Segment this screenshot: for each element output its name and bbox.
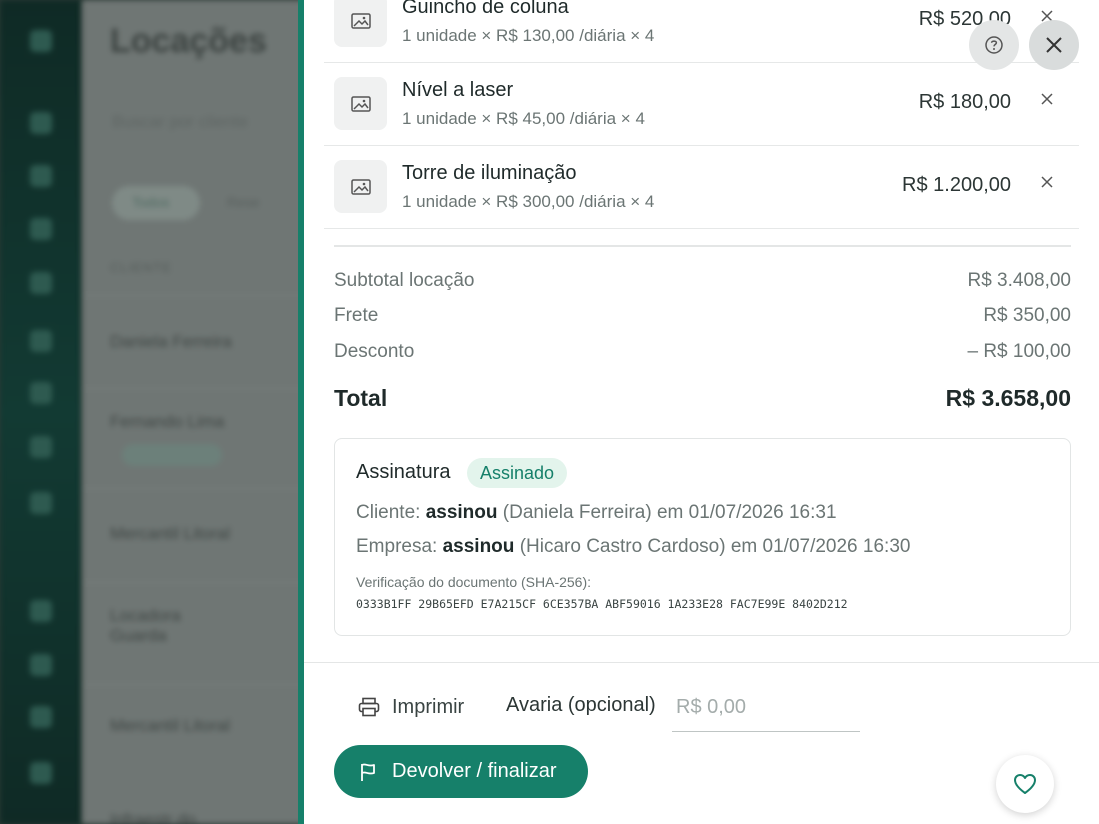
freight-label: Frete (334, 305, 379, 326)
settings-icon (30, 706, 52, 728)
help-button[interactable] (969, 20, 1019, 70)
signature-card: Assinatura Assinado Cliente: assinou (Da… (334, 438, 1071, 636)
remove-item-icon[interactable] (1037, 89, 1057, 109)
list-item: Infraestr do (110, 810, 196, 824)
rental-item-row: Nível a laser 1 unidade × R$ 45,00 /diár… (324, 63, 1079, 146)
divider (334, 245, 1071, 247)
list-item: Mercantil Litoral (110, 524, 230, 543)
company-prefix: Empresa: (356, 536, 438, 557)
box-icon (30, 272, 52, 294)
subtotal-label: Subtotal locação (334, 270, 475, 291)
client-signature-line: Cliente: assinou (Daniela Ferreira) em 0… (356, 502, 837, 524)
divider (82, 388, 322, 389)
calendar-icon (30, 165, 52, 187)
cart-icon (30, 218, 52, 240)
background-rentals-list: Locações Buscar por cliente Todos Rese C… (82, 0, 322, 824)
divider (82, 488, 322, 489)
item-name: Nível a laser (402, 79, 514, 101)
flag-icon (361, 763, 375, 781)
item-price: R$ 1.200,00 (902, 174, 1011, 196)
return-finish-button[interactable]: Devolver / finalizar (334, 745, 588, 798)
verification-label: Verificação do documento (SHA-256): (356, 574, 592, 590)
image-placeholder-icon (334, 77, 387, 130)
search-input: Buscar por cliente (112, 112, 249, 131)
client-prefix: Cliente: (356, 502, 421, 523)
total-value: R$ 3.658,00 (945, 385, 1071, 411)
logout-icon (30, 762, 52, 784)
list-item: Daniela Ferreira (110, 332, 232, 351)
close-icon (1046, 37, 1062, 53)
item-name: Torre de iluminação (402, 162, 577, 184)
page-title: Locações (110, 22, 267, 60)
help-icon (985, 36, 1003, 54)
tab-reserved: Rese (227, 194, 260, 210)
company-signature-line: Empresa: assinou (Hicaro Castro Cardoso)… (356, 536, 910, 558)
rental-item-row: Torre de iluminação 1 unidade × R$ 300,0… (324, 146, 1079, 229)
rental-item-row: Guincho de coluna 1 unidade × R$ 130,00 … (324, 0, 1079, 63)
item-name: Guincho de coluna (402, 0, 569, 18)
list-item: Mercantil Litoral (110, 716, 230, 735)
favorite-button[interactable] (996, 755, 1054, 813)
column-header: CLIENTE (110, 260, 172, 275)
company-detail: (Hicaro Castro Cardoso) em 01/07/2026 16… (519, 536, 911, 557)
home-icon (30, 112, 52, 134)
divider (82, 582, 322, 583)
total-label: Total (334, 385, 388, 411)
remove-item-icon[interactable] (1037, 172, 1057, 192)
print-button[interactable]: Imprimir (358, 690, 464, 724)
damage-label: Avaria (opcional) (506, 694, 656, 716)
menu-icon (30, 30, 52, 52)
image-placeholder-icon (334, 160, 387, 213)
discount-value: – R$ 100,00 (967, 341, 1071, 362)
background-sidebar (0, 0, 82, 824)
client-detail: (Daniela Ferreira) em 01/07/2026 16:31 (502, 502, 837, 523)
wallet-icon (30, 492, 52, 514)
list-item: Fernando Lima (110, 412, 225, 431)
return-finish-label: Devolver / finalizar (392, 760, 557, 782)
item-price: R$ 180,00 (918, 91, 1011, 113)
signature-title: Assinatura (356, 461, 451, 483)
company-action: assinou (442, 536, 515, 557)
divider (82, 684, 322, 685)
image-placeholder-icon (334, 0, 387, 47)
truck-icon (30, 330, 52, 352)
discount-label: Desconto (334, 341, 415, 362)
client-action: assinou (425, 502, 498, 523)
divider (304, 662, 1099, 663)
item-meta: 1 unidade × R$ 130,00 /diária × 4 (402, 26, 655, 45)
close-drawer-button[interactable] (1029, 20, 1079, 70)
rental-detail-drawer: Guincho de coluna 1 unidade × R$ 130,00 … (298, 0, 1099, 824)
item-meta: 1 unidade × R$ 300,00 /diária × 4 (402, 192, 655, 211)
subtotal-value: R$ 3.408,00 (967, 270, 1071, 291)
printer-icon (358, 697, 380, 717)
chart-icon (30, 654, 52, 676)
status-badge (122, 444, 222, 466)
users-icon (30, 436, 52, 458)
print-label: Imprimir (392, 695, 465, 718)
divider (82, 295, 322, 296)
tab-all: Todos (132, 194, 170, 210)
damage-input[interactable] (672, 684, 860, 732)
document-hash: 0333B1FF 29B65EFD E7A215CF 6CE357BA ABF5… (356, 597, 848, 611)
folder-icon (30, 600, 52, 622)
status-badge: Assinado (467, 458, 568, 488)
item-meta: 1 unidade × R$ 45,00 /diária × 4 (402, 109, 645, 128)
heart-icon (1014, 774, 1036, 794)
list-item: Locadora Guarda (110, 606, 181, 645)
tool-icon (30, 382, 52, 404)
freight-value: R$ 350,00 (983, 305, 1071, 326)
